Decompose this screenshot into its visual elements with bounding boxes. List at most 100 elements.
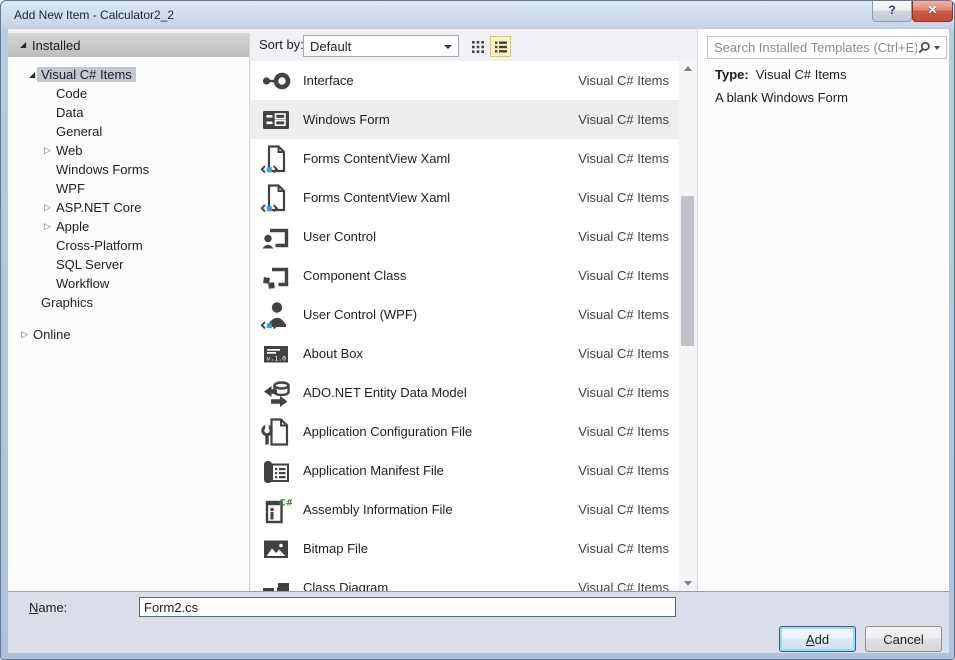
close-icon: ✕ bbox=[927, 3, 937, 17]
scroll-down-button[interactable] bbox=[679, 576, 696, 591]
sidebar-item-label: Workflow bbox=[56, 276, 109, 291]
template-category: Visual C# Items bbox=[578, 541, 669, 556]
template-name: Component Class bbox=[303, 268, 578, 283]
sidebar-item-label: ASP.NET Core bbox=[56, 200, 142, 215]
add-button[interactable]: Add bbox=[779, 626, 856, 652]
app-manifest-icon bbox=[260, 455, 292, 487]
template-category: Visual C# Items bbox=[578, 385, 669, 400]
template-name: Class Diagram bbox=[303, 580, 578, 591]
template-name: Forms ContentView Xaml bbox=[303, 151, 578, 166]
category-tree-panel: ◢ Installed ◢Visual C# ItemsCodeDataGene… bbox=[8, 33, 250, 591]
template-category: Visual C# Items bbox=[578, 580, 669, 591]
sidebar-item-web[interactable]: ▷Web bbox=[8, 141, 249, 160]
template-category: Visual C# Items bbox=[578, 229, 669, 244]
template-name: ADO.NET Entity Data Model bbox=[303, 385, 578, 400]
user-control-icon bbox=[260, 221, 292, 253]
sidebar-item-online[interactable]: ▷Online bbox=[8, 325, 249, 344]
sidebar-item-data[interactable]: Data bbox=[8, 103, 249, 122]
sidebar-item-wpf[interactable]: WPF bbox=[8, 179, 249, 198]
sidebar-item-code[interactable]: Code bbox=[8, 84, 249, 103]
template-row-forms-contentview-xaml[interactable]: Forms ContentView XamlVisual C# Items bbox=[251, 178, 679, 217]
dialog-footer: Name: Add Cancel bbox=[8, 591, 949, 653]
help-icon: ? bbox=[888, 3, 895, 17]
triangle-down-icon bbox=[684, 581, 692, 586]
template-list: InterfaceVisual C# ItemsWindows FormVisu… bbox=[251, 61, 679, 591]
cancel-button-label: Cancel bbox=[883, 632, 923, 647]
chevron-collapsed-icon[interactable]: ▷ bbox=[44, 146, 56, 155]
template-name: Application Manifest File bbox=[303, 463, 578, 478]
sidebar-item-windows-forms[interactable]: Windows Forms bbox=[8, 160, 249, 179]
type-label: Type: bbox=[715, 67, 749, 82]
list-view-button[interactable] bbox=[490, 36, 511, 57]
template-row-bitmap-file[interactable]: Bitmap FileVisual C# Items bbox=[251, 529, 679, 568]
template-row-component-class[interactable]: Component ClassVisual C# Items bbox=[251, 256, 679, 295]
small-icons-view-button[interactable] bbox=[467, 36, 488, 57]
chevron-collapsed-icon[interactable]: ▷ bbox=[44, 203, 56, 212]
sidebar-item-apple[interactable]: ▷Apple bbox=[8, 217, 249, 236]
help-button[interactable]: ? bbox=[872, 1, 912, 22]
sidebar-item-label: Visual C# Items bbox=[37, 67, 136, 82]
search-icon bbox=[917, 41, 931, 55]
template-row-about-box[interactable]: About BoxVisual C# Items bbox=[251, 334, 679, 373]
app-config-icon bbox=[260, 416, 292, 448]
template-row-user-control-wpf[interactable]: User Control (WPF)Visual C# Items bbox=[251, 295, 679, 334]
template-category: Visual C# Items bbox=[578, 463, 669, 478]
template-category: Visual C# Items bbox=[578, 73, 669, 88]
template-category: Visual C# Items bbox=[578, 424, 669, 439]
chevron-expanded-icon[interactable]: ◢ bbox=[20, 41, 32, 49]
class-diagram-icon bbox=[260, 572, 292, 592]
chevron-down-icon[interactable] bbox=[934, 46, 940, 50]
sidebar-item-workflow[interactable]: Workflow bbox=[8, 274, 249, 293]
cancel-button[interactable]: Cancel bbox=[865, 626, 942, 652]
small-icons-view-icon bbox=[471, 40, 485, 54]
sidebar-item-asp-net-core[interactable]: ▷ASP.NET Core bbox=[8, 198, 249, 217]
sidebar-item-graphics[interactable]: Graphics bbox=[8, 293, 249, 312]
sort-by-dropdown[interactable]: Default bbox=[303, 35, 459, 57]
xaml-document-icon bbox=[260, 182, 292, 214]
template-category: Visual C# Items bbox=[578, 307, 669, 322]
chevron-collapsed-icon[interactable]: ▷ bbox=[21, 330, 33, 339]
component-class-icon bbox=[260, 260, 292, 292]
template-row-assembly-information-file[interactable]: Assembly Information FileVisual C# Items bbox=[251, 490, 679, 529]
template-name: Bitmap File bbox=[303, 541, 578, 556]
sidebar-item-visual-c-items[interactable]: ◢Visual C# Items bbox=[8, 65, 249, 84]
template-name: Forms ContentView Xaml bbox=[303, 190, 578, 205]
template-row-forms-contentview-xaml[interactable]: Forms ContentView XamlVisual C# Items bbox=[251, 139, 679, 178]
sidebar-item-general[interactable]: General bbox=[8, 122, 249, 141]
template-name: About Box bbox=[303, 346, 578, 361]
chevron-collapsed-icon[interactable]: ▷ bbox=[44, 222, 56, 231]
scroll-up-button[interactable] bbox=[679, 61, 696, 76]
sidebar-tree: ◢Visual C# ItemsCodeDataGeneral▷WebWindo… bbox=[8, 65, 249, 344]
sidebar-item-label: Cross-Platform bbox=[56, 238, 143, 253]
sidebar-item-label: Web bbox=[56, 143, 83, 158]
template-row-interface[interactable]: InterfaceVisual C# Items bbox=[251, 61, 679, 100]
template-row-class-diagram[interactable]: Class DiagramVisual C# Items bbox=[251, 568, 679, 591]
sort-by-label: Sort by: bbox=[259, 37, 304, 52]
sidebar-header-label: Installed bbox=[32, 38, 80, 53]
template-row-ado-net-entity-data-model[interactable]: ADO.NET Entity Data ModelVisual C# Items bbox=[251, 373, 679, 412]
template-category: Visual C# Items bbox=[578, 502, 669, 517]
search-input[interactable]: Search Installed Templates (Ctrl+E) bbox=[707, 36, 947, 59]
list-scrollbar[interactable] bbox=[679, 61, 696, 591]
template-name: User Control bbox=[303, 229, 578, 244]
template-row-application-manifest-file[interactable]: Application Manifest FileVisual C# Items bbox=[251, 451, 679, 490]
sidebar-item-cross-platform[interactable]: Cross-Platform bbox=[8, 236, 249, 255]
name-input[interactable] bbox=[139, 597, 676, 617]
scrollbar-thumb[interactable] bbox=[681, 196, 694, 346]
sidebar-item-sql-server[interactable]: SQL Server bbox=[8, 255, 249, 274]
dialog-content: ◢ Installed ◢Visual C# ItemsCodeDataGene… bbox=[8, 29, 949, 653]
template-description: A blank Windows Form bbox=[715, 90, 848, 105]
sidebar-item-label: Data bbox=[56, 105, 83, 120]
template-row-user-control[interactable]: User ControlVisual C# Items bbox=[251, 217, 679, 256]
template-category: Visual C# Items bbox=[578, 346, 669, 361]
sidebar-item-label: WPF bbox=[56, 181, 85, 196]
add-button-label: Add bbox=[806, 632, 829, 647]
details-panel: Search Installed Templates (Ctrl+E) Type… bbox=[697, 29, 949, 591]
template-row-windows-form[interactable]: Windows FormVisual C# Items bbox=[251, 100, 679, 139]
name-label: Name: bbox=[29, 600, 67, 615]
sidebar-item-installed[interactable]: ◢ Installed bbox=[8, 33, 249, 57]
sidebar-item-label: Graphics bbox=[41, 295, 93, 310]
template-row-application-configuration-file[interactable]: Application Configuration FileVisual C# … bbox=[251, 412, 679, 451]
close-button[interactable]: ✕ bbox=[912, 1, 953, 22]
sidebar-item-label: SQL Server bbox=[56, 257, 123, 272]
